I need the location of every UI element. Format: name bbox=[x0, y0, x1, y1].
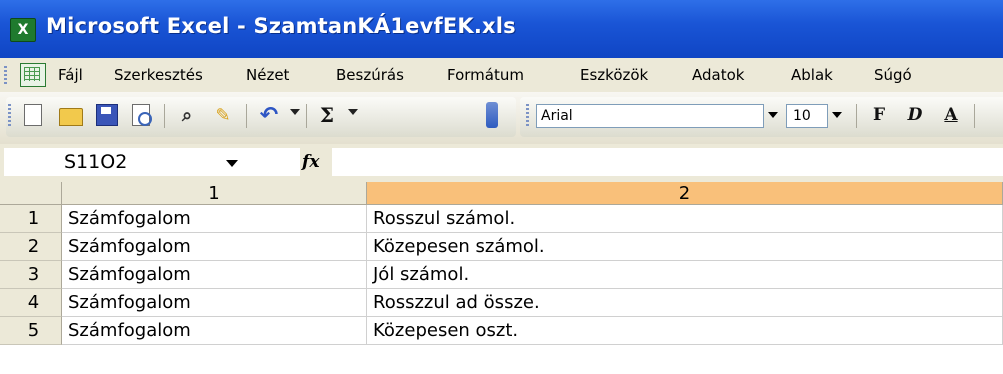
column-header-1[interactable]: 1 bbox=[62, 182, 367, 205]
format-painter-button[interactable]: ✎ bbox=[210, 102, 236, 128]
menu-help[interactable]: Súgó bbox=[874, 66, 912, 84]
cell[interactable]: Rosszzul ad össze. bbox=[367, 289, 1003, 317]
menu-window[interactable]: Ablak bbox=[791, 66, 833, 84]
print-preview-icon bbox=[132, 104, 152, 126]
autosum-dropdown-icon[interactable] bbox=[348, 109, 358, 115]
select-all-corner[interactable] bbox=[0, 182, 62, 205]
toolbar: ⌕ ✎ ↶ Σ Arial 10 F D A bbox=[0, 92, 1003, 144]
row-header[interactable]: 5 bbox=[0, 317, 62, 345]
cell[interactable]: Közepesen oszt. bbox=[367, 317, 1003, 345]
formula-input[interactable] bbox=[332, 148, 1003, 176]
font-size-dropdown-icon[interactable] bbox=[828, 104, 846, 126]
cell[interactable]: Számfogalom bbox=[62, 233, 367, 261]
menu-bar: Fájl Szerkesztés Nézet Beszúrás Formátum… bbox=[0, 58, 1003, 93]
cell[interactable]: Számfogalom bbox=[62, 261, 367, 289]
name-box-dropdown-icon[interactable] bbox=[226, 160, 238, 167]
window-title: Microsoft Excel - SzamtanKÁ1evfEK.xls bbox=[46, 14, 516, 38]
menu-view[interactable]: Nézet bbox=[246, 66, 289, 84]
menu-file[interactable]: Fájl bbox=[58, 66, 83, 84]
font-name-value: Arial bbox=[541, 108, 573, 124]
menu-format[interactable]: Formátum bbox=[447, 66, 524, 84]
menu-tools[interactable]: Eszközök bbox=[580, 66, 648, 84]
cell[interactable]: Számfogalom bbox=[62, 205, 367, 233]
menu-edit[interactable]: Szerkesztés bbox=[114, 66, 203, 84]
insert-function-icon[interactable]: fx bbox=[302, 152, 319, 172]
excel-app-icon[interactable]: X bbox=[10, 18, 36, 42]
undo-button[interactable]: ↶ bbox=[256, 102, 282, 128]
row-number: 2 bbox=[27, 236, 40, 257]
standard-toolbar-grip[interactable] bbox=[8, 104, 11, 126]
menu-insert[interactable]: Beszúrás bbox=[336, 66, 404, 84]
print-preview-button[interactable] bbox=[128, 102, 154, 128]
research-icon: ⌕ bbox=[181, 104, 193, 126]
underline-button[interactable]: A bbox=[940, 102, 962, 128]
new-button[interactable] bbox=[20, 102, 46, 128]
workbook-icon[interactable] bbox=[20, 63, 46, 87]
row-header[interactable]: 4 bbox=[0, 289, 62, 317]
save-icon bbox=[96, 104, 118, 126]
formatting-toolbar-grip[interactable] bbox=[526, 104, 529, 126]
font-size-select[interactable]: 10 bbox=[786, 104, 828, 128]
new-icon bbox=[24, 104, 42, 126]
cell[interactable]: Közepesen számol. bbox=[367, 233, 1003, 261]
worksheet-grid: 1 2 1 Számfogalom Rosszul számol. 2 Szám… bbox=[0, 182, 1003, 374]
toolbar-separator bbox=[164, 104, 165, 128]
cell[interactable]: Számfogalom bbox=[62, 289, 367, 317]
research-button[interactable]: ⌕ bbox=[174, 102, 200, 128]
open-button[interactable] bbox=[58, 102, 84, 128]
toolbar-separator bbox=[246, 104, 247, 128]
font-name-dropdown-icon[interactable] bbox=[764, 104, 782, 126]
row-number: 1 bbox=[27, 208, 40, 229]
cell[interactable]: Jól számol. bbox=[367, 261, 1003, 289]
toolbar-options-button[interactable] bbox=[486, 102, 498, 128]
row-header[interactable]: 2 bbox=[0, 233, 62, 261]
cell[interactable]: Számfogalom bbox=[62, 317, 367, 345]
toolbar-separator bbox=[306, 104, 307, 128]
menu-grip[interactable] bbox=[4, 66, 7, 84]
menu-data[interactable]: Adatok bbox=[692, 66, 744, 84]
save-button[interactable] bbox=[94, 102, 120, 128]
autosum-icon: Σ bbox=[319, 103, 335, 127]
open-icon bbox=[59, 108, 83, 126]
bold-button[interactable]: F bbox=[868, 102, 890, 128]
italic-button[interactable]: D bbox=[904, 102, 926, 128]
toolbar-separator bbox=[974, 104, 975, 128]
undo-icon: ↶ bbox=[259, 102, 279, 128]
column-header-2[interactable]: 2 bbox=[367, 182, 1003, 205]
format-painter-icon: ✎ bbox=[215, 104, 231, 126]
undo-dropdown-icon[interactable] bbox=[290, 109, 300, 115]
cell[interactable]: Rosszul számol. bbox=[367, 205, 1003, 233]
row-header[interactable]: 3 bbox=[0, 261, 62, 289]
row-header[interactable]: 1 bbox=[0, 205, 62, 233]
name-box[interactable]: S11O2 bbox=[4, 148, 300, 176]
formula-bar: S11O2 fx bbox=[0, 144, 1003, 182]
font-name-select[interactable]: Arial bbox=[536, 104, 764, 128]
row-number: 3 bbox=[27, 264, 40, 285]
font-size-value: 10 bbox=[793, 108, 811, 124]
name-box-value: S11O2 bbox=[64, 151, 128, 173]
toolbar-separator bbox=[856, 104, 857, 128]
row-number: 4 bbox=[27, 292, 40, 313]
title-bar: X Microsoft Excel - SzamtanKÁ1evfEK.xls bbox=[0, 0, 1003, 58]
row-number: 5 bbox=[27, 320, 40, 341]
autosum-button[interactable]: Σ bbox=[314, 102, 340, 128]
